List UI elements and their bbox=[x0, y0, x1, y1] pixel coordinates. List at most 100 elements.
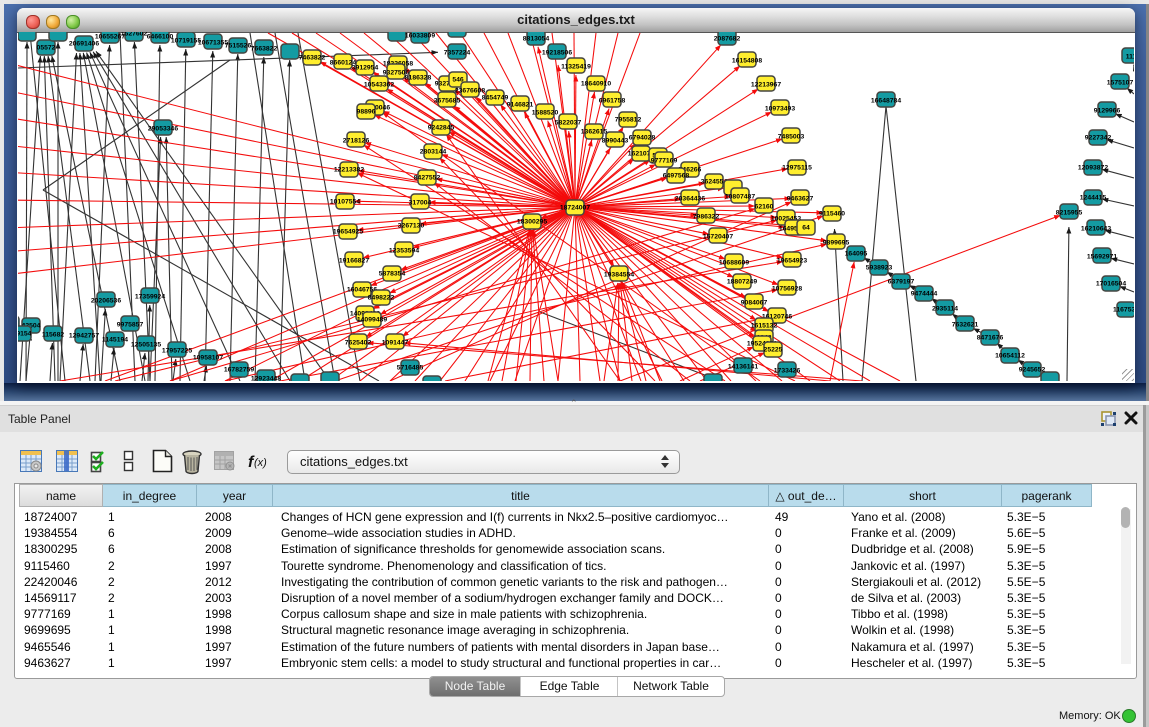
svg-text:64: 64 bbox=[802, 225, 810, 232]
svg-text:20206536: 20206536 bbox=[91, 298, 121, 305]
svg-text:9242845: 9242845 bbox=[428, 125, 455, 132]
svg-text:25225: 25225 bbox=[764, 347, 783, 354]
svg-text:9474444: 9474444 bbox=[911, 291, 938, 298]
svg-text:3267130: 3267130 bbox=[398, 223, 425, 230]
svg-text:10807487: 10807487 bbox=[725, 194, 755, 201]
svg-text:10543362: 10543362 bbox=[364, 82, 394, 89]
svg-text:16033809: 16033809 bbox=[405, 33, 435, 40]
svg-text:7955812: 7955812 bbox=[615, 117, 642, 124]
svg-text:39154: 39154 bbox=[18, 331, 32, 338]
svg-text:6497568: 6497568 bbox=[663, 173, 690, 180]
svg-text:7515526: 7515526 bbox=[225, 43, 252, 50]
svg-text:98896: 98896 bbox=[357, 109, 376, 116]
svg-text:12213382: 12213382 bbox=[334, 167, 364, 174]
svg-text:5822037: 5822037 bbox=[555, 120, 582, 127]
svg-text:12975115: 12975115 bbox=[782, 165, 812, 172]
svg-text:20691406: 20691406 bbox=[69, 41, 99, 48]
svg-text:10756928: 10756928 bbox=[772, 286, 802, 293]
svg-text:16648784: 16648784 bbox=[871, 98, 901, 105]
svg-text:111: 111 bbox=[1126, 54, 1134, 61]
svg-text:6466100: 6466100 bbox=[147, 34, 174, 41]
svg-text:1615132: 1615132 bbox=[751, 323, 778, 330]
svg-text:17359924: 17359924 bbox=[135, 294, 165, 301]
svg-text:18724007: 18724007 bbox=[560, 205, 590, 212]
svg-text:29053346: 29053346 bbox=[148, 126, 178, 133]
svg-text:20364436: 20364436 bbox=[675, 196, 705, 203]
svg-text:1362615: 1362615 bbox=[581, 129, 608, 136]
svg-text:9975857: 9975857 bbox=[117, 322, 144, 329]
svg-text:17016504: 17016504 bbox=[1096, 281, 1126, 288]
svg-text:12505135: 12505135 bbox=[131, 342, 161, 349]
svg-text:9146821: 9146821 bbox=[507, 102, 534, 109]
svg-text:19654923: 19654923 bbox=[777, 258, 807, 265]
svg-text:9463627: 9463627 bbox=[787, 196, 814, 203]
svg-text:6379197: 6379197 bbox=[888, 279, 915, 286]
svg-text:3675685: 3675685 bbox=[434, 98, 461, 105]
svg-text:7463822: 7463822 bbox=[299, 55, 326, 62]
svg-text:5938923: 5938923 bbox=[866, 265, 893, 272]
svg-text:7485003: 7485003 bbox=[778, 134, 805, 141]
svg-text:12923448: 12923448 bbox=[251, 376, 281, 382]
svg-text:62160: 62160 bbox=[755, 204, 774, 211]
svg-text:7663822: 7663822 bbox=[251, 46, 278, 53]
svg-text:10107554: 10107554 bbox=[330, 199, 360, 206]
svg-text:23676608: 23676608 bbox=[455, 88, 485, 95]
svg-text:9115460: 9115460 bbox=[819, 211, 845, 218]
svg-text:2087682: 2087682 bbox=[714, 36, 741, 43]
svg-text:18807249: 18807249 bbox=[727, 279, 757, 286]
svg-text:7986322: 7986322 bbox=[693, 214, 720, 221]
svg-text:115682: 115682 bbox=[42, 332, 65, 339]
svg-text:10719155: 10719155 bbox=[171, 38, 201, 45]
svg-text:10958107: 10958107 bbox=[193, 355, 223, 362]
svg-text:18640910: 18640910 bbox=[581, 81, 611, 88]
svg-text:2718126: 2718126 bbox=[343, 138, 370, 145]
svg-text:317004: 317004 bbox=[409, 200, 432, 207]
svg-text:6961758: 6961758 bbox=[599, 98, 626, 105]
svg-text:14099489: 14099489 bbox=[357, 317, 387, 324]
svg-text:8813054: 8813054 bbox=[523, 36, 550, 43]
svg-text:10671355: 10671355 bbox=[198, 40, 228, 47]
svg-text:17957225: 17957225 bbox=[162, 348, 192, 355]
svg-text:2935114: 2935114 bbox=[932, 306, 958, 313]
svg-text:12353594: 12353594 bbox=[389, 248, 419, 255]
svg-text:8215955: 8215955 bbox=[1056, 210, 1083, 217]
svg-text:15720407: 15720407 bbox=[703, 234, 733, 241]
svg-text:12093872: 12093872 bbox=[1078, 165, 1108, 172]
svg-text:6794028: 6794028 bbox=[629, 135, 656, 142]
svg-text:16782759: 16782759 bbox=[224, 367, 254, 374]
svg-text:8498222: 8498222 bbox=[368, 295, 395, 302]
svg-text:164095: 164095 bbox=[845, 251, 868, 258]
svg-text:1244415: 1244415 bbox=[1080, 195, 1107, 202]
svg-text:1167533: 1167533 bbox=[1113, 307, 1134, 314]
svg-text:19166827: 19166827 bbox=[339, 258, 369, 265]
svg-text:19384554: 19384554 bbox=[604, 272, 634, 279]
svg-text:5878354: 5878354 bbox=[379, 271, 406, 278]
svg-text:3912954: 3912954 bbox=[352, 65, 379, 72]
svg-text:9899695: 9899695 bbox=[823, 240, 850, 247]
svg-text:1733426: 1733426 bbox=[774, 368, 801, 375]
svg-text:7632621: 7632621 bbox=[952, 322, 979, 329]
svg-text:8454749: 8454749 bbox=[482, 95, 509, 102]
svg-text:1575107: 1575107 bbox=[1107, 80, 1134, 87]
svg-text:05572: 05572 bbox=[37, 45, 56, 52]
svg-text:9129966: 9129966 bbox=[1094, 108, 1121, 115]
svg-text:1145194: 1145194 bbox=[102, 337, 128, 344]
svg-text:16210643: 16210643 bbox=[1081, 226, 1111, 233]
svg-text:9245652: 9245652 bbox=[1019, 367, 1046, 374]
svg-text:12213967: 12213967 bbox=[751, 82, 781, 89]
svg-text:10688609: 10688609 bbox=[719, 260, 749, 267]
svg-text:19654925: 19654925 bbox=[333, 229, 363, 236]
svg-text:1527602: 1527602 bbox=[121, 32, 148, 38]
svg-text:1588520: 1588520 bbox=[532, 110, 559, 117]
svg-text:9227342: 9227342 bbox=[1085, 135, 1112, 142]
svg-text:8186328: 8186328 bbox=[405, 75, 432, 82]
svg-text:15692971: 15692971 bbox=[1087, 254, 1117, 261]
svg-text:(x): (x) bbox=[254, 457, 267, 469]
svg-text:1091447: 1091447 bbox=[382, 340, 409, 347]
svg-text:12942757: 12942757 bbox=[69, 333, 99, 340]
svg-text:8471676: 8471676 bbox=[977, 335, 1004, 342]
svg-text:2803144: 2803144 bbox=[420, 149, 447, 156]
svg-text:16154808: 16154808 bbox=[732, 58, 762, 65]
svg-text:7625402: 7625402 bbox=[345, 340, 372, 347]
svg-text:5716485: 5716485 bbox=[397, 365, 424, 372]
